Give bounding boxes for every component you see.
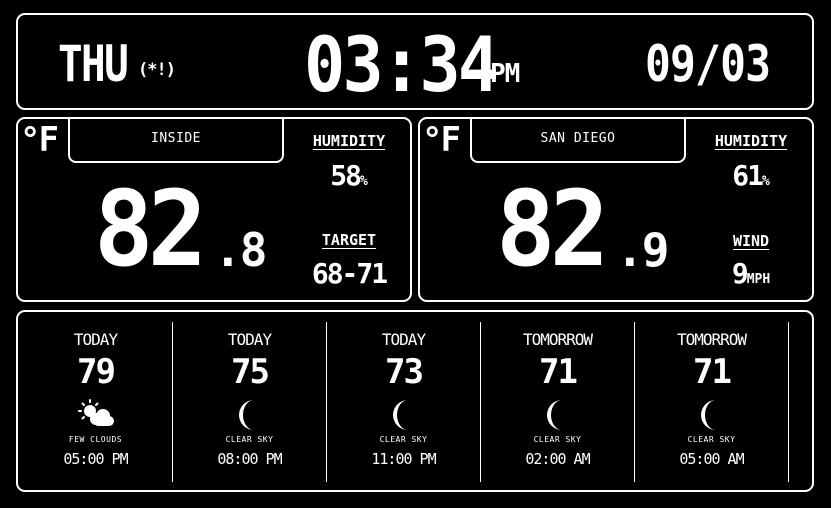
forecast-item: TODAY 79 FEW CLOUDS 05:00 PM: [19, 322, 173, 482]
forecast-panel: TODAY 79 FEW CLOUDS 05:00 PM TODAY 75 CL…: [16, 310, 814, 492]
forecast-temp: 79: [77, 352, 116, 392]
temperature-unit: °F: [422, 120, 461, 160]
outside-panel: °F SAN DIEGO 82 .9 HUMIDITY 61% WIND 9MP…: [418, 117, 814, 302]
clock-panel: THU (*!) 03:34 PM 09/03: [16, 13, 814, 110]
inside-humidity-unit: %: [359, 174, 368, 189]
forecast-temp: 71: [539, 352, 578, 392]
day-of-week: THU: [58, 35, 129, 93]
wind-value: 9: [731, 257, 749, 290]
forecast-temp: 75: [231, 352, 270, 392]
forecast-condition: CLEAR SKY: [687, 435, 736, 444]
inside-panel: °F INSIDE 82 .8 HUMIDITY 58% TARGET 68-7…: [16, 117, 412, 302]
moon-icon: [238, 400, 254, 430]
wind: 9MPH: [706, 257, 796, 290]
outside-humidity-label: HUMIDITY: [714, 132, 788, 150]
forecast-temp: 71: [693, 352, 732, 392]
forecast-time: 05:00 AM: [679, 450, 744, 468]
few-clouds-icon: [77, 399, 114, 426]
location-label-outside: SAN DIEGO: [470, 117, 686, 163]
forecast-time: 05:00 PM: [63, 450, 128, 468]
forecast-time: 11:00 PM: [371, 450, 436, 468]
forecast-condition: CLEAR SKY: [379, 435, 428, 444]
moon-icon: [700, 400, 716, 430]
target-value: 68-71: [311, 257, 388, 290]
forecast-condition: CLEAR SKY: [225, 435, 274, 444]
outside-temperature: 82: [496, 168, 609, 290]
inside-temperature: 82: [94, 168, 207, 290]
inside-humidity: 58%: [304, 159, 394, 192]
forecast-item: TODAY 75 CLEAR SKY 08:00 PM: [173, 322, 327, 482]
location-label-inside: INSIDE: [68, 117, 284, 163]
day-indicator: (*!): [138, 60, 176, 80]
forecast-item: TOMORROW 71 CLEAR SKY 05:00 AM: [635, 322, 789, 482]
clock-time: 03:34: [304, 20, 499, 109]
clock-date: 09/03: [645, 35, 771, 93]
forecast-condition: FEW CLOUDS: [68, 435, 123, 444]
target: 68-71: [304, 257, 394, 290]
target-label: TARGET: [321, 231, 377, 249]
forecast-day: TOMORROW: [522, 330, 593, 349]
forecast-time: 02:00 AM: [525, 450, 590, 468]
outside-humidity-value: 61: [732, 159, 764, 192]
forecast-time: 08:00 PM: [217, 450, 282, 468]
outside-humidity: 61%: [706, 159, 796, 192]
moon-icon: [392, 400, 408, 430]
wind-label: WIND: [732, 232, 770, 250]
wind-unit: MPH: [746, 272, 771, 287]
forecast-day: TODAY: [73, 330, 118, 349]
forecast-item: TOMORROW 71 CLEAR SKY 02:00 AM: [481, 322, 635, 482]
outside-humidity-unit: %: [761, 174, 770, 189]
moon-icon: [546, 400, 562, 430]
outside-temperature-decimal: .9: [616, 223, 669, 277]
temperature-unit: °F: [20, 120, 59, 160]
forecast-item: TODAY 73 CLEAR SKY 11:00 PM: [327, 322, 481, 482]
forecast-day: TODAY: [381, 330, 426, 349]
inside-humidity-value: 58: [330, 159, 362, 192]
forecast-condition: CLEAR SKY: [533, 435, 582, 444]
forecast-day: TOMORROW: [676, 330, 747, 349]
forecast-day: TODAY: [227, 330, 272, 349]
forecast-temp: 73: [385, 352, 424, 392]
inside-temperature-decimal: .8: [214, 223, 267, 277]
inside-humidity-label: HUMIDITY: [312, 132, 386, 150]
clock-ampm: PM: [490, 59, 520, 89]
